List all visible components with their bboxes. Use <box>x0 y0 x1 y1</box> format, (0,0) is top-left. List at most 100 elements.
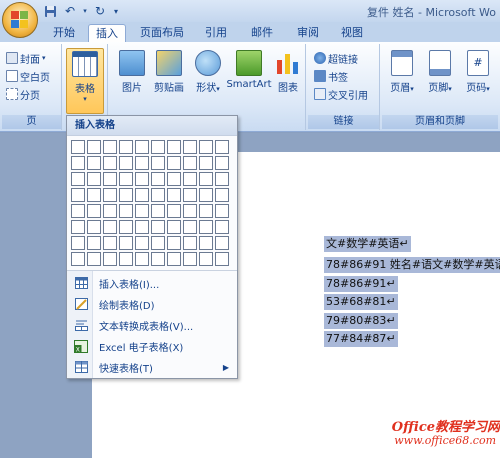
tab-page-layout[interactable]: 页面布局 <box>132 24 192 42</box>
grid-cell[interactable] <box>103 252 117 266</box>
menu-item-insert-table[interactable]: 插入表格(I)... <box>67 273 237 293</box>
grid-cell[interactable] <box>215 140 229 154</box>
hyperlink-button[interactable]: 超链接 <box>314 50 358 66</box>
grid-cell[interactable] <box>119 252 133 266</box>
grid-cell[interactable] <box>151 252 165 266</box>
grid-cell[interactable] <box>167 204 181 218</box>
grid-cell[interactable] <box>151 236 165 250</box>
grid-cell[interactable] <box>199 156 213 170</box>
page-break-button[interactable]: 分页 <box>6 86 40 102</box>
table-size-grid[interactable] <box>71 140 229 266</box>
grid-cell[interactable] <box>87 236 101 250</box>
grid-cell[interactable] <box>167 172 181 186</box>
grid-cell[interactable] <box>183 236 197 250</box>
grid-cell[interactable] <box>215 156 229 170</box>
grid-cell[interactable] <box>135 204 149 218</box>
grid-cell[interactable] <box>199 236 213 250</box>
grid-cell[interactable] <box>135 236 149 250</box>
grid-cell[interactable] <box>71 204 85 218</box>
grid-cell[interactable] <box>119 220 133 234</box>
grid-cell[interactable] <box>103 172 117 186</box>
menu-item-text-to-table[interactable]: 文本转换成表格(V)... <box>67 315 237 335</box>
grid-cell[interactable] <box>71 172 85 186</box>
blank-page-button[interactable]: 空白页 <box>6 68 50 84</box>
tab-mailings[interactable]: 邮件 <box>242 24 282 42</box>
shapes-button[interactable]: 形状▾ <box>190 48 226 112</box>
grid-cell[interactable] <box>71 140 85 154</box>
grid-cell[interactable] <box>215 220 229 234</box>
grid-cell[interactable] <box>135 140 149 154</box>
customize-qat-icon[interactable]: ▾ <box>112 3 120 19</box>
grid-cell[interactable] <box>183 156 197 170</box>
grid-cell[interactable] <box>87 204 101 218</box>
grid-cell[interactable] <box>183 252 197 266</box>
grid-cell[interactable] <box>87 140 101 154</box>
grid-cell[interactable] <box>103 156 117 170</box>
grid-cell[interactable] <box>135 252 149 266</box>
menu-item-excel-spreadsheet[interactable]: X Excel 电子表格(X) <box>67 336 237 356</box>
grid-cell[interactable] <box>167 188 181 202</box>
grid-cell[interactable] <box>215 204 229 218</box>
table-button[interactable]: 表格 ▾ <box>66 48 104 114</box>
grid-cell[interactable] <box>151 220 165 234</box>
grid-cell[interactable] <box>167 220 181 234</box>
grid-cell[interactable] <box>199 220 213 234</box>
smartart-button[interactable]: SmartArt <box>226 48 272 112</box>
grid-cell[interactable] <box>103 204 117 218</box>
grid-cell[interactable] <box>119 236 133 250</box>
grid-cell[interactable] <box>167 252 181 266</box>
grid-cell[interactable] <box>135 220 149 234</box>
grid-cell[interactable] <box>167 140 181 154</box>
page-number-button[interactable]: # 页码▾ <box>460 48 496 112</box>
grid-cell[interactable] <box>151 172 165 186</box>
grid-cell[interactable] <box>215 236 229 250</box>
save-icon[interactable] <box>42 3 58 19</box>
tab-review[interactable]: 审阅 <box>288 24 328 42</box>
picture-button[interactable]: 图片 <box>112 48 152 112</box>
footer-button[interactable]: 页脚▾ <box>422 48 458 112</box>
header-button[interactable]: 页眉▾ <box>384 48 420 112</box>
grid-cell[interactable] <box>199 140 213 154</box>
grid-cell[interactable] <box>71 156 85 170</box>
grid-cell[interactable] <box>199 204 213 218</box>
menu-item-draw-table[interactable]: 绘制表格(D) <box>67 294 237 314</box>
grid-cell[interactable] <box>183 220 197 234</box>
grid-cell[interactable] <box>215 252 229 266</box>
grid-cell[interactable] <box>103 220 117 234</box>
grid-cell[interactable] <box>87 188 101 202</box>
grid-cell[interactable] <box>199 188 213 202</box>
office-button[interactable] <box>2 2 38 38</box>
chart-button[interactable]: 图表 <box>272 48 304 112</box>
grid-cell[interactable] <box>119 204 133 218</box>
grid-cell[interactable] <box>119 140 133 154</box>
cover-page-button[interactable]: 封面 ▾ <box>6 50 46 66</box>
grid-cell[interactable] <box>71 188 85 202</box>
grid-cell[interactable] <box>135 156 149 170</box>
clipart-button[interactable]: 剪贴画 <box>150 48 188 112</box>
grid-cell[interactable] <box>183 204 197 218</box>
grid-cell[interactable] <box>183 172 197 186</box>
grid-cell[interactable] <box>135 188 149 202</box>
tab-home[interactable]: 开始 <box>44 24 84 42</box>
grid-cell[interactable] <box>71 252 85 266</box>
grid-cell[interactable] <box>103 236 117 250</box>
undo-dropdown-icon[interactable]: ▾ <box>82 3 88 19</box>
grid-cell[interactable] <box>215 188 229 202</box>
grid-cell[interactable] <box>183 140 197 154</box>
crossref-button[interactable]: 交叉引用 <box>314 86 368 102</box>
grid-cell[interactable] <box>87 172 101 186</box>
grid-cell[interactable] <box>199 252 213 266</box>
menu-item-quick-tables[interactable]: 快速表格(T) ▶ <box>67 357 237 377</box>
grid-cell[interactable] <box>103 140 117 154</box>
grid-cell[interactable] <box>87 220 101 234</box>
grid-cell[interactable] <box>71 236 85 250</box>
grid-cell[interactable] <box>183 188 197 202</box>
tab-references[interactable]: 引用 <box>196 24 236 42</box>
grid-cell[interactable] <box>151 188 165 202</box>
grid-cell[interactable] <box>151 204 165 218</box>
bookmark-button[interactable]: 书签 <box>314 68 348 84</box>
tab-insert[interactable]: 插入 <box>88 24 126 42</box>
grid-cell[interactable] <box>215 172 229 186</box>
grid-cell[interactable] <box>151 156 165 170</box>
tab-view[interactable]: 视图 <box>332 24 372 42</box>
